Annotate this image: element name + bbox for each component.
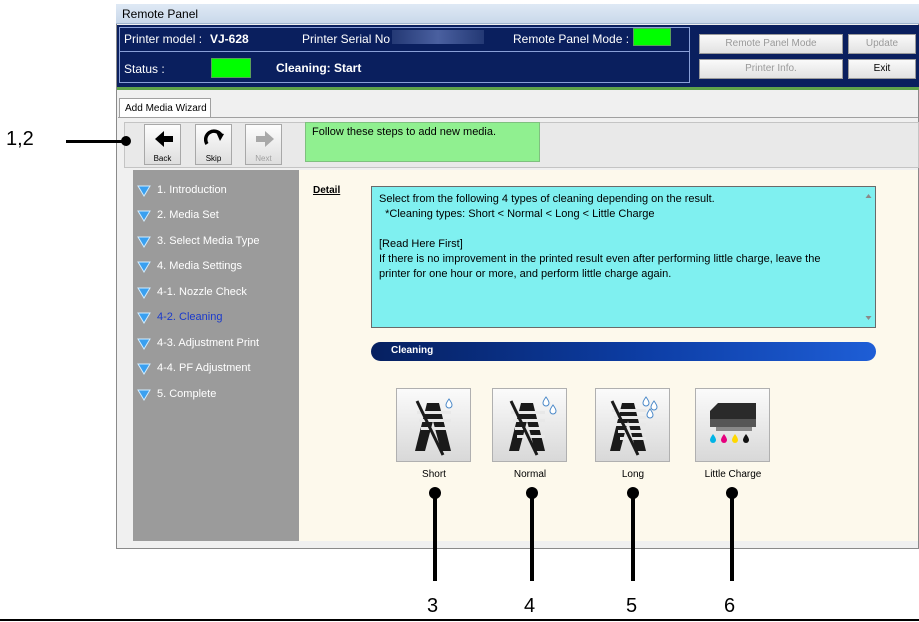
wizard-message: Follow these steps to add new media.	[305, 122, 540, 162]
serial-number-redacted	[392, 30, 484, 44]
long-cleaning-icon	[610, 396, 658, 456]
printer-model-value: VJ-628	[210, 32, 249, 46]
step-triangle-icon	[137, 236, 151, 248]
step-triangle-icon	[137, 338, 151, 350]
little-charge-label: Little Charge	[704, 469, 762, 480]
step-triangle-icon	[137, 185, 151, 197]
toolbar-callout: 1,2	[6, 128, 34, 150]
step-triangle-icon	[137, 363, 151, 375]
step-triangle-icon	[137, 210, 151, 222]
little-charge-button[interactable]	[695, 388, 770, 462]
status-value: Cleaning: Start	[276, 61, 362, 75]
step-triangle-icon	[137, 389, 151, 401]
callout-dot	[121, 136, 131, 146]
header-divider	[119, 51, 690, 52]
back-arrow-icon	[155, 131, 173, 147]
normal-label: Normal	[513, 469, 547, 480]
callout-line	[530, 493, 534, 581]
printer-model-label: Printer model :	[124, 32, 203, 46]
next-arrow-icon	[256, 131, 274, 147]
bottom-rule	[0, 619, 919, 621]
exit-button[interactable]: Exit	[848, 59, 916, 79]
detail-line: *Cleaning types: Short < Normal < Long <…	[379, 208, 655, 220]
short-label: Short	[422, 469, 446, 480]
detail-line: Select from the following 4 types of cle…	[379, 193, 715, 205]
sidebar-item-label: 4-4. PF Adjustment	[157, 362, 251, 374]
section-title: Cleaning	[391, 345, 434, 356]
back-button[interactable]: Back	[144, 124, 181, 165]
sidebar-item-label: 3. Select Media Type	[157, 235, 260, 247]
skip-label: Skip	[205, 154, 222, 163]
tab-add-media-wizard[interactable]: Add Media Wizard	[119, 98, 211, 118]
skip-button[interactable]: Skip	[195, 124, 232, 165]
long-label: Long	[621, 469, 645, 480]
next-button[interactable]: Next	[245, 124, 282, 165]
sidebar-item-label: 2. Media Set	[157, 209, 219, 221]
status-label: Status :	[124, 62, 165, 76]
status-indicator	[211, 58, 251, 78]
short-cleaning-button[interactable]	[396, 388, 471, 462]
callout-line	[730, 493, 734, 581]
callout-line	[433, 493, 437, 581]
sidebar-item-label: 4-1. Nozzle Check	[157, 286, 247, 298]
sidebar-item-label: 4-2. Cleaning	[157, 311, 223, 323]
tab-divider	[118, 117, 918, 118]
title-bar: Remote Panel	[116, 4, 919, 24]
back-label: Back	[153, 154, 172, 163]
wizard-steps-sidebar: 1. Introduction 2. Media Set 3. Select M…	[133, 170, 299, 541]
detail-line	[379, 222, 855, 237]
update-button[interactable]: Update	[848, 34, 916, 54]
printer-info-button[interactable]: Printer Info.	[699, 59, 843, 79]
window-title: Remote Panel	[122, 7, 199, 21]
callout-line	[631, 493, 635, 581]
long-cleaning-button[interactable]	[595, 388, 670, 462]
step-triangle-icon	[137, 261, 151, 273]
next-label: Next	[255, 154, 272, 163]
detail-label: Detail	[313, 185, 341, 196]
normal-cleaning-button[interactable]	[492, 388, 567, 462]
callout-line	[66, 140, 126, 143]
detail-line: If there is no improvement in the printe…	[379, 253, 821, 265]
callout-5: 5	[626, 595, 638, 617]
remote-panel-mode-label: Remote Panel Mode :	[513, 32, 630, 46]
remote-panel-mode-button[interactable]: Remote Panel Mode	[699, 34, 843, 54]
sidebar-item-label: 4-3. Adjustment Print	[157, 337, 260, 349]
little-charge-icon	[710, 403, 756, 443]
sidebar-item-label: 1. Introduction	[157, 184, 227, 196]
detail-textbox[interactable]: Select from the following 4 types of cle…	[371, 186, 876, 328]
printer-serial-label: Printer Serial No	[302, 32, 391, 46]
skip-arrow-icon	[204, 129, 224, 145]
sidebar-item-label: 4. Media Settings	[157, 260, 242, 272]
callout-4: 4	[524, 595, 536, 617]
detail-line: [Read Here First]	[379, 238, 463, 250]
callout-6: 6	[724, 595, 736, 617]
short-cleaning-icon	[415, 398, 453, 456]
normal-cleaning-icon	[509, 396, 557, 456]
step-triangle-icon	[137, 287, 151, 299]
sidebar-item-label: 5. Complete	[157, 388, 217, 400]
detail-scrollbar[interactable]	[862, 187, 875, 327]
detail-line: printer for one hour or more, and perfor…	[379, 268, 672, 280]
cleaning-section-header: Cleaning	[371, 342, 876, 361]
remote-panel-mode-indicator	[633, 28, 671, 46]
step-triangle-icon	[137, 312, 151, 324]
scrollbar-arrows-icon	[865, 194, 872, 320]
callout-3: 3	[427, 595, 439, 617]
header-accent-line	[117, 87, 919, 90]
